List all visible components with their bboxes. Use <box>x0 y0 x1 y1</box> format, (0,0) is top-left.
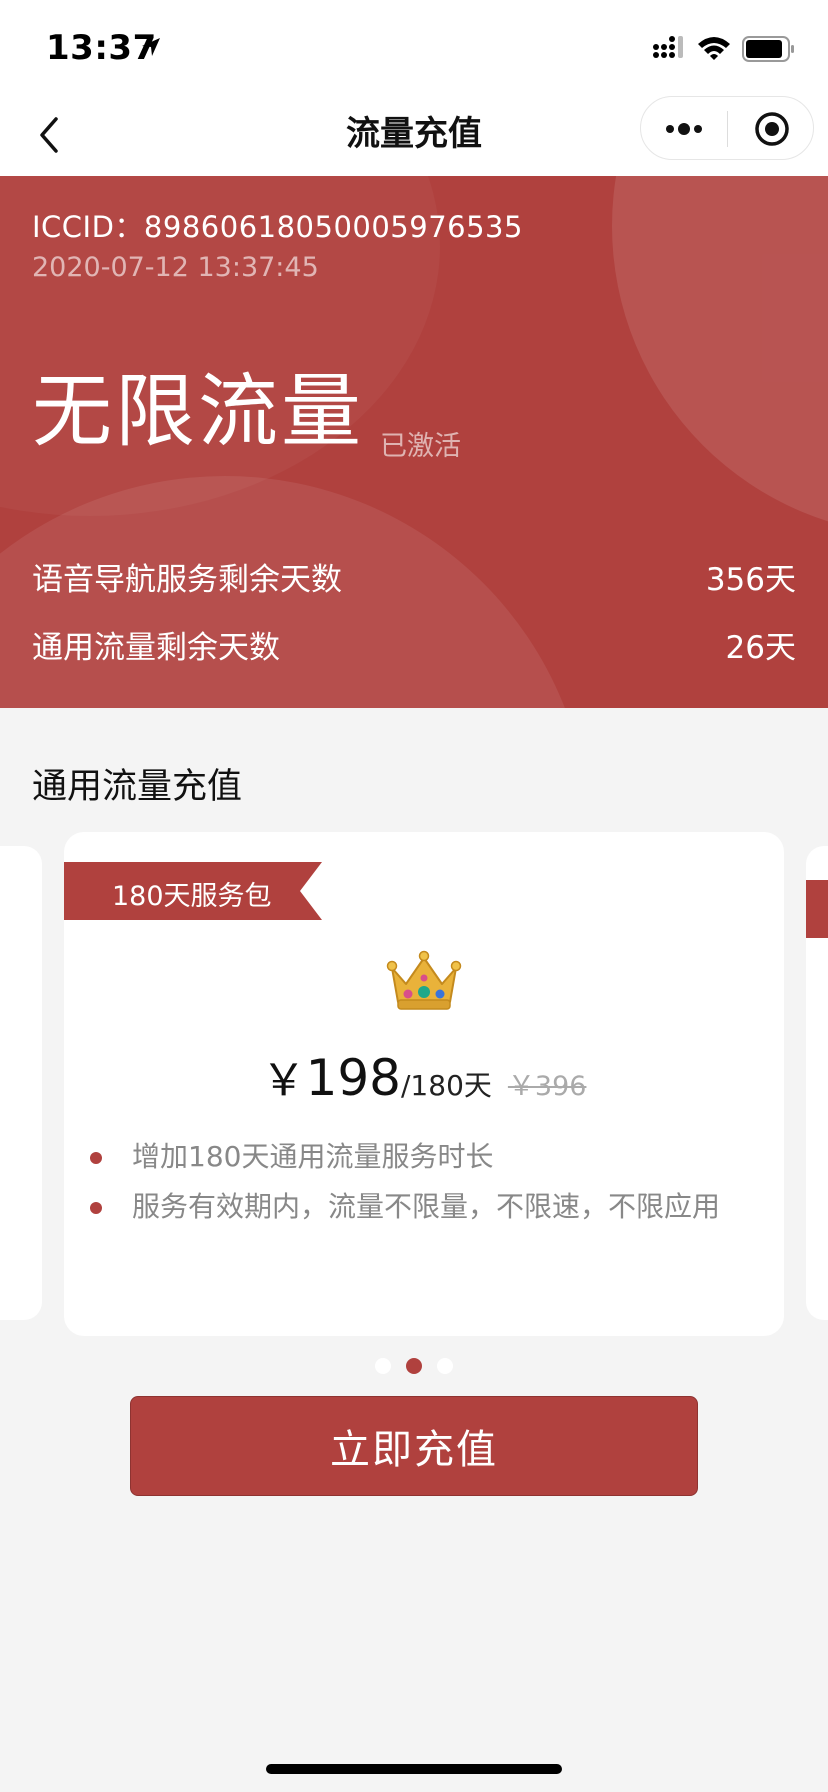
more-dots-icon <box>666 123 702 135</box>
mini-program-capsule <box>640 96 814 160</box>
feature-text: 增加180天通用流量服务时长 <box>132 1140 494 1173</box>
stat-label-data-days: 通用流量剩余天数 <box>32 630 280 666</box>
page: 13:37 流量充值 ICCID：89860618050005976535 20… <box>0 0 828 1792</box>
plan-name: 无限流量 <box>32 365 364 458</box>
capsule-divider <box>727 111 728 147</box>
bullet-dot-icon <box>90 1202 102 1214</box>
carousel-pager <box>0 1358 828 1374</box>
feature-list: 增加180天通用流量服务时长 服务有效期内，流量不限量，不限速，不限应用 <box>90 1132 770 1232</box>
stat-value-voice-days: 356天 <box>705 562 796 598</box>
stat-value-data-days: 26天 <box>725 630 796 666</box>
badge-ribbon <box>806 880 828 938</box>
pager-dot-active[interactable] <box>406 1358 422 1374</box>
original-price: ￥396 <box>507 1071 587 1102</box>
home-indicator <box>266 1764 562 1774</box>
crown-icon <box>386 950 462 1010</box>
target-close-icon <box>755 112 789 146</box>
recharge-now-button[interactable]: 立即充值 <box>130 1396 698 1496</box>
price-unit: /180天 <box>401 1069 492 1102</box>
pager-dot[interactable] <box>375 1358 391 1374</box>
sim-info-banner: ICCID：89860618050005976535 2020-07-12 13… <box>0 176 828 708</box>
status-badge: 已激活 <box>380 431 461 462</box>
package-card[interactable]: 180天服务包 ￥198/180天 ￥396 增加180天通用流量服务时长 服务有… <box>64 832 784 1336</box>
section-title: 通用流量充值 <box>32 767 243 807</box>
bullet-dot-icon <box>90 1152 102 1164</box>
wifi-icon <box>698 37 730 60</box>
location-arrow-icon <box>142 38 160 56</box>
package-card-next[interactable] <box>806 846 828 1320</box>
iccid-text: ICCID：89860618050005976535 <box>32 210 523 244</box>
cellular-signal-icon <box>653 36 683 58</box>
more-button[interactable] <box>641 97 727 161</box>
pager-dot[interactable] <box>437 1358 453 1374</box>
price-currency: ￥ <box>261 1055 306 1106</box>
package-card-prev[interactable] <box>0 846 42 1320</box>
status-bar: 13:37 <box>0 0 828 92</box>
close-button[interactable] <box>729 97 815 161</box>
feature-text: 服务有效期内，流量不限量，不限速，不限应用 <box>132 1190 721 1223</box>
banner-decor <box>612 176 828 536</box>
price-amount: 198 <box>305 1049 401 1107</box>
price-row: ￥198/180天 ￥396 <box>64 1044 784 1108</box>
list-item: 服务有效期内，流量不限量，不限速，不限应用 <box>90 1182 770 1232</box>
package-badge-label: 180天服务包 <box>112 881 272 912</box>
list-item: 增加180天通用流量服务时长 <box>90 1132 770 1182</box>
nav-bar: 流量充值 <box>0 92 828 176</box>
package-badge: 180天服务包 <box>64 862 322 920</box>
battery-icon <box>742 36 794 62</box>
stat-label-voice-days: 语音导航服务剩余天数 <box>32 562 342 598</box>
timestamp-text: 2020-07-12 13:37:45 <box>32 252 319 283</box>
